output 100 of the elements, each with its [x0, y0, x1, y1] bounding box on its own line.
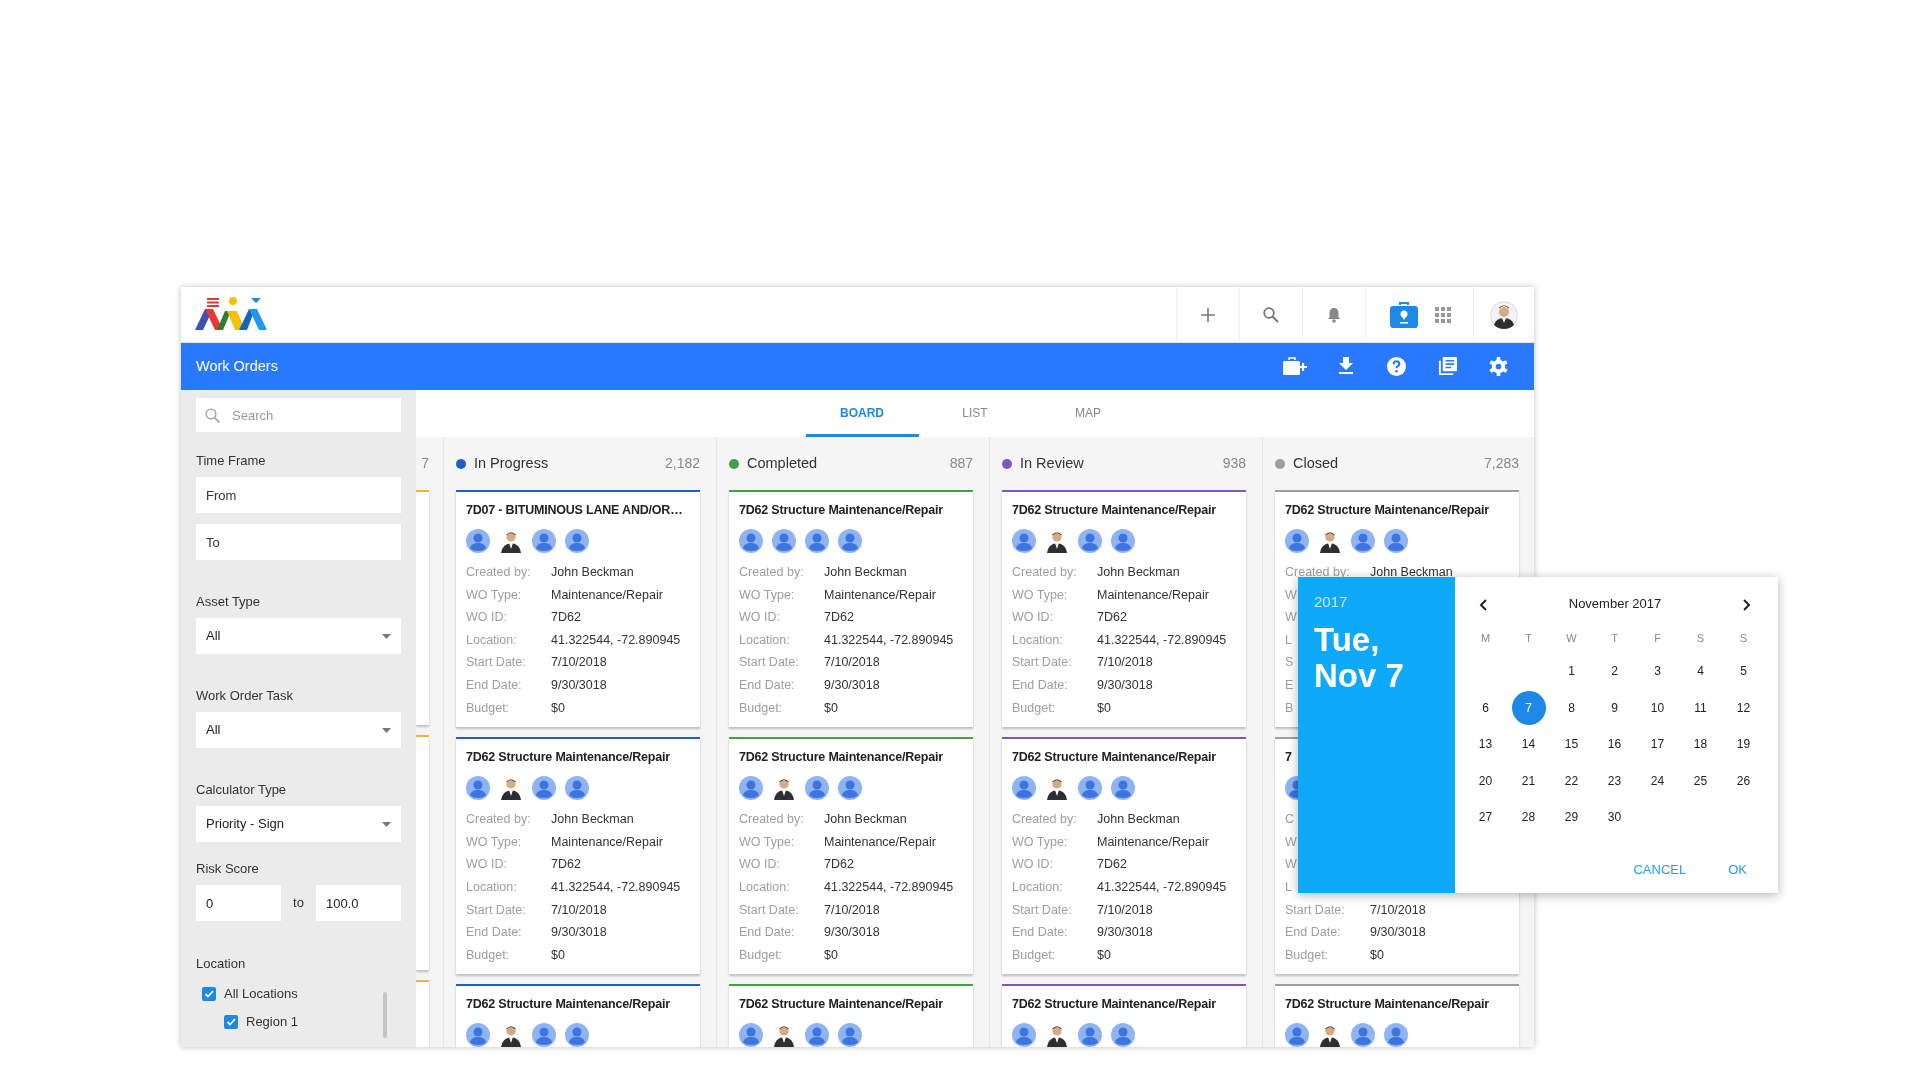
field-value: $0: [1097, 699, 1111, 717]
max-field[interactable]: 100.0: [316, 885, 401, 921]
field-label: Created by:: [1012, 565, 1077, 579]
field-value: 7D62: [551, 856, 581, 874]
user-avatar-icon: [532, 1023, 556, 1047]
card-title: 7D62 Structure Maintenance/Repair: [466, 750, 670, 765]
checkbox[interactable]: [202, 987, 216, 1001]
calendar-day[interactable]: 11: [1683, 690, 1718, 725]
work-order-card[interactable]: 7D62 Structure Maintenance/Repair Created by: John Beckman WO Type: Maintenance/Repair WO ID: 7D62 Location: 41.322544, -72.890945 Start Date: 7/10/2018 End Date: 9/30/3018 Budget: $0: [1002, 737, 1246, 975]
field-value: 9/30/3018: [1370, 924, 1426, 942]
help-icon[interactable]: [1387, 357, 1406, 376]
field-value: 41.322544, -72.890945: [824, 631, 954, 649]
work-order-card[interactable]: 7D07 - BITUMINOUS LANE AND/OR… Created by: John Beckman WO Type: Maintenance/Repair WO ID: 7D62 Location: 41.322544, -72.890945 Start Date: 7/10/2018 End Date: 9/30/3018 Budget: $0: [456, 490, 700, 728]
work-order-card[interactable]: 7D62 Structure Maintenance/Repair Created by: John Beckman WO Type: Maintenance/Repair WO ID: 7D62 Location: 41.322544, -72.890945 Start Date: 7/10/2018 End Date: 9/30/3018 Budget: $0: [456, 737, 700, 975]
person-avatar: [772, 1023, 796, 1047]
work-order-card[interactable]: 7D62 Structure Maintenance/Repair: [729, 984, 973, 1047]
calendar-day[interactable]: 21: [1511, 763, 1546, 798]
card-title: 7D62 Structure Maintenance/Repair: [1012, 997, 1216, 1012]
download-icon[interactable]: [1338, 357, 1353, 374]
chevron-right-icon[interactable]: [1742, 598, 1751, 611]
field-label: Budget:: [739, 947, 783, 962]
tab[interactable]: LIST: [918, 390, 1032, 437]
apps-grid-icon[interactable]: [1434, 306, 1451, 323]
user-avatar-icon: [466, 776, 490, 801]
work-order-card[interactable]: 7D62 Structure Maintenance/Repair Created by: John Beckman WO Type: Maintenance/Repair WO ID: 7D62 Location: 41.322544, -72.890945 Start Date: 7/10/2018 End Date: 9/30/3018 Budget: $0: [1002, 490, 1246, 728]
calendar-day[interactable]: 2: [1597, 654, 1632, 689]
calendar-day[interactable]: 17: [1640, 727, 1675, 762]
work-order-card[interactable]: 7D62 Structure Maintenance/Repair Created by: John Beckman WO Type: Maintenance/Repair WO ID: 7D62 Location: 41.322544, -72.890945 Start Date: 7/10/2018 End Date: 9/30/3018 Budget: $0: [729, 737, 973, 975]
calendar-day[interactable]: 23: [1597, 763, 1632, 798]
field-value: John Beckman: [824, 811, 907, 829]
calendar-day[interactable]: 14: [1511, 727, 1546, 762]
calendar-day[interactable]: 13: [1468, 727, 1503, 762]
field-label: WO ID:: [1012, 610, 1053, 625]
dropdown[interactable]: Priority - Sign: [196, 806, 401, 842]
dropdown[interactable]: All: [196, 712, 401, 748]
dropdown[interactable]: All: [196, 618, 401, 654]
search-icon[interactable]: [1263, 306, 1279, 323]
min-field[interactable]: 0: [196, 885, 281, 921]
calendar-day[interactable]: 26: [1726, 763, 1761, 798]
user-avatar-icon: [565, 1023, 589, 1047]
calendar-day[interactable]: 25: [1683, 763, 1718, 798]
calendar-day[interactable]: 5: [1726, 654, 1761, 689]
user-avatar-icon: [772, 529, 796, 553]
calendar-day[interactable]: 7: [1511, 690, 1546, 725]
user-avatar-icon: [805, 776, 829, 801]
checkbox[interactable]: [224, 1015, 238, 1029]
field-label: Location:: [1012, 879, 1063, 894]
briefcase-pin-icon[interactable]: [1388, 300, 1419, 329]
calendar-day[interactable]: 28: [1511, 800, 1546, 835]
column-count: 887: [949, 454, 973, 473]
calendar-day[interactable]: 8: [1554, 690, 1589, 725]
calendar-day[interactable]: 15: [1554, 727, 1589, 762]
documents-icon[interactable]: [1438, 357, 1457, 376]
column-title: Completed: [747, 453, 818, 473]
calendar-day[interactable]: 16: [1597, 727, 1632, 762]
calendar-day[interactable]: 12: [1726, 690, 1761, 725]
user-avatar-icon: [739, 1023, 763, 1047]
calendar-day[interactable]: 29: [1554, 800, 1589, 835]
column-title: In Review: [1020, 453, 1084, 473]
card-title: 7D62 Structure Maintenance/Repair: [1012, 750, 1216, 765]
chevron-left-icon[interactable]: [1479, 598, 1488, 611]
calendar-day[interactable]: 10: [1640, 690, 1675, 725]
field-label: W: [1285, 857, 1297, 872]
calendar-day[interactable]: 24: [1640, 763, 1675, 798]
calendar-day[interactable]: 20: [1468, 763, 1503, 798]
month-title: November 2017: [1568, 595, 1662, 614]
briefcase-plus-icon[interactable]: [1282, 357, 1307, 375]
work-order-card[interactable]: 7D62 Structure Maintenance/Repair Created by: John Beckman WO Type: Maintenance/Repair WO ID: 7D62 Location: 41.322544, -72.890945 Start Date: 7/10/2018 End Date: 9/30/3018 Budget: $0: [729, 490, 973, 728]
user-avatar-icon: [1012, 529, 1036, 553]
filter-label: Time Frame: [196, 452, 267, 470]
calendar-day[interactable]: 3: [1640, 654, 1675, 689]
calendar-day[interactable]: 19: [1726, 727, 1761, 762]
field-value: Maintenance/Repair: [824, 833, 936, 851]
calendar-day[interactable]: 30: [1597, 800, 1632, 835]
user-avatar-icon: [838, 529, 862, 553]
plus-icon[interactable]: [1201, 307, 1215, 322]
calendar-day[interactable]: 6: [1468, 690, 1503, 725]
caret-icon: [382, 633, 391, 639]
bell-icon[interactable]: [1327, 306, 1341, 323]
calendar-day[interactable]: 4: [1683, 654, 1718, 689]
calendar-day[interactable]: 1: [1554, 654, 1589, 689]
user-avatar-icon: [739, 529, 763, 553]
work-order-card[interactable]: 7D62 Structure Maintenance/Repair: [1275, 984, 1519, 1047]
calendar-day[interactable]: 22: [1554, 763, 1589, 798]
date-field[interactable]: To: [196, 524, 401, 560]
calendar-day[interactable]: 27: [1468, 800, 1503, 835]
work-order-card[interactable]: 7D62 Structure Maintenance/Repair: [456, 984, 700, 1047]
filter-label: Asset Type: [196, 593, 262, 611]
calendar-day[interactable]: 18: [1683, 727, 1718, 762]
work-order-card[interactable]: 7D62 Structure Maintenance/Repair: [1002, 984, 1246, 1047]
search-field[interactable]: Search: [196, 398, 401, 432]
user-avatar[interactable]: [1490, 300, 1518, 329]
person-avatar: [1045, 1023, 1069, 1047]
calendar-day[interactable]: 9: [1597, 690, 1632, 725]
date-field[interactable]: From: [196, 477, 401, 513]
field-value: John Beckman: [1097, 564, 1180, 581]
scrollbar-thumb[interactable]: [383, 992, 387, 1038]
field-label: W: [1285, 834, 1297, 849]
settings-icon[interactable]: [1489, 357, 1508, 376]
tab[interactable]: MAP: [1031, 390, 1145, 437]
